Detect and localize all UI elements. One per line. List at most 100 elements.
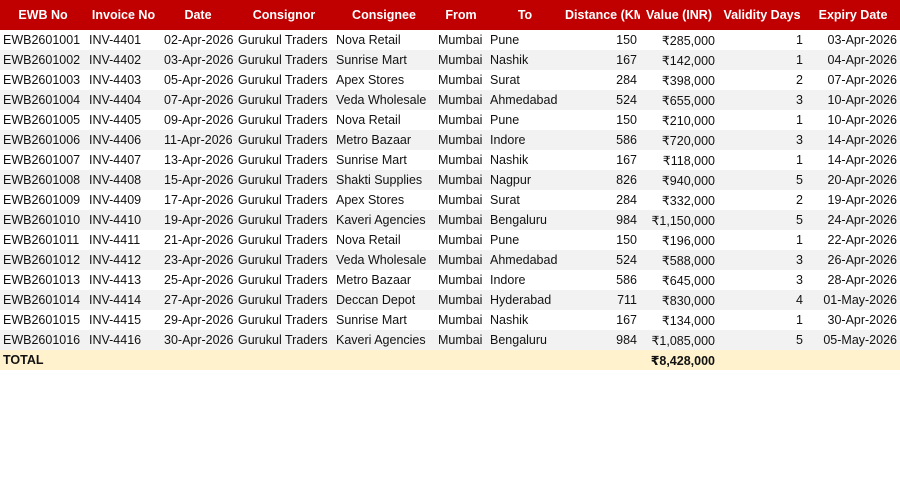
date-cell[interactable]: 21-Apr-2026 [161,230,235,250]
validity-days-cell[interactable]: 3 [718,270,806,290]
to-cell[interactable]: Ahmedabad [487,90,563,110]
distance-cell[interactable]: 167 [563,50,640,70]
value-cell[interactable]: ₹118,000 [640,150,718,170]
from-cell[interactable]: Mumbai [435,110,487,130]
consignor-cell[interactable]: Gurukul Traders [235,230,333,250]
expiry-date-cell[interactable]: 28-Apr-2026 [806,270,900,290]
total-empty-cell[interactable] [718,350,806,370]
value-cell[interactable]: ₹655,000 [640,90,718,110]
from-cell[interactable]: Mumbai [435,190,487,210]
ewb-no-cell[interactable]: EWB2601015 [0,310,86,330]
validity-days-cell[interactable]: 1 [718,30,806,50]
from-cell[interactable]: Mumbai [435,230,487,250]
to-cell[interactable]: Nashik [487,50,563,70]
ewb-no-cell[interactable]: EWB2601006 [0,130,86,150]
ewb-no-cell[interactable]: EWB2601012 [0,250,86,270]
consignor-cell[interactable]: Gurukul Traders [235,270,333,290]
distance-cell[interactable]: 167 [563,310,640,330]
invoice-no-cell[interactable]: INV-4416 [86,330,161,350]
total-value[interactable]: ₹8,428,000 [640,350,718,370]
consignee-cell[interactable]: Sunrise Mart [333,50,435,70]
to-cell[interactable]: Hyderabad [487,290,563,310]
invoice-no-cell[interactable]: INV-4403 [86,70,161,90]
distance-cell[interactable]: 167 [563,150,640,170]
to-cell[interactable]: Bengaluru [487,330,563,350]
date-cell[interactable]: 15-Apr-2026 [161,170,235,190]
ewb-no-cell[interactable]: EWB2601013 [0,270,86,290]
from-cell[interactable]: Mumbai [435,30,487,50]
from-cell[interactable]: Mumbai [435,170,487,190]
value-cell[interactable]: ₹134,000 [640,310,718,330]
validity-days-cell[interactable]: 3 [718,130,806,150]
consignee-cell[interactable]: Sunrise Mart [333,310,435,330]
from-cell[interactable]: Mumbai [435,50,487,70]
expiry-date-cell[interactable]: 22-Apr-2026 [806,230,900,250]
expiry-date-cell[interactable]: 04-Apr-2026 [806,50,900,70]
expiry-date-cell[interactable]: 26-Apr-2026 [806,250,900,270]
expiry-date-cell[interactable]: 10-Apr-2026 [806,110,900,130]
to-cell[interactable]: Indore [487,270,563,290]
from-cell[interactable]: Mumbai [435,130,487,150]
date-cell[interactable]: 09-Apr-2026 [161,110,235,130]
expiry-date-cell[interactable]: 01-May-2026 [806,290,900,310]
consignee-cell[interactable]: Nova Retail [333,110,435,130]
header-invoice-no[interactable]: Invoice No [86,0,161,30]
expiry-date-cell[interactable]: 05-May-2026 [806,330,900,350]
expiry-date-cell[interactable]: 10-Apr-2026 [806,90,900,110]
validity-days-cell[interactable]: 1 [718,150,806,170]
invoice-no-cell[interactable]: INV-4412 [86,250,161,270]
consignee-cell[interactable]: Veda Wholesale [333,90,435,110]
distance-cell[interactable]: 150 [563,110,640,130]
header-distance[interactable]: Distance (KM) [563,0,640,30]
from-cell[interactable]: Mumbai [435,310,487,330]
consignor-cell[interactable]: Gurukul Traders [235,330,333,350]
validity-days-cell[interactable]: 5 [718,170,806,190]
invoice-no-cell[interactable]: INV-4409 [86,190,161,210]
total-label[interactable]: TOTAL [0,350,640,370]
invoice-no-cell[interactable]: INV-4414 [86,290,161,310]
date-cell[interactable]: 19-Apr-2026 [161,210,235,230]
value-cell[interactable]: ₹196,000 [640,230,718,250]
to-cell[interactable]: Surat [487,70,563,90]
invoice-no-cell[interactable]: INV-4408 [86,170,161,190]
to-cell[interactable]: Ahmedabad [487,250,563,270]
from-cell[interactable]: Mumbai [435,70,487,90]
to-cell[interactable]: Nashik [487,150,563,170]
header-expiry-date[interactable]: Expiry Date [806,0,900,30]
validity-days-cell[interactable]: 1 [718,310,806,330]
value-cell[interactable]: ₹588,000 [640,250,718,270]
consignor-cell[interactable]: Gurukul Traders [235,110,333,130]
consignee-cell[interactable]: Shakti Supplies [333,170,435,190]
date-cell[interactable]: 29-Apr-2026 [161,310,235,330]
header-to[interactable]: To [487,0,563,30]
to-cell[interactable]: Nashik [487,310,563,330]
from-cell[interactable]: Mumbai [435,210,487,230]
to-cell[interactable]: Pune [487,30,563,50]
to-cell[interactable]: Nagpur [487,170,563,190]
consignee-cell[interactable]: Kaveri Agencies [333,210,435,230]
distance-cell[interactable]: 984 [563,210,640,230]
from-cell[interactable]: Mumbai [435,270,487,290]
value-cell[interactable]: ₹720,000 [640,130,718,150]
validity-days-cell[interactable]: 2 [718,190,806,210]
value-cell[interactable]: ₹1,150,000 [640,210,718,230]
header-date[interactable]: Date [161,0,235,30]
ewb-no-cell[interactable]: EWB2601005 [0,110,86,130]
consignor-cell[interactable]: Gurukul Traders [235,250,333,270]
invoice-no-cell[interactable]: INV-4404 [86,90,161,110]
consignor-cell[interactable]: Gurukul Traders [235,30,333,50]
ewb-no-cell[interactable]: EWB2601011 [0,230,86,250]
distance-cell[interactable]: 524 [563,250,640,270]
consignee-cell[interactable]: Deccan Depot [333,290,435,310]
date-cell[interactable]: 13-Apr-2026 [161,150,235,170]
invoice-no-cell[interactable]: INV-4407 [86,150,161,170]
from-cell[interactable]: Mumbai [435,150,487,170]
ewb-no-cell[interactable]: EWB2601002 [0,50,86,70]
consignee-cell[interactable]: Veda Wholesale [333,250,435,270]
header-consignee[interactable]: Consignee [333,0,435,30]
validity-days-cell[interactable]: 1 [718,230,806,250]
expiry-date-cell[interactable]: 19-Apr-2026 [806,190,900,210]
invoice-no-cell[interactable]: INV-4405 [86,110,161,130]
consignor-cell[interactable]: Gurukul Traders [235,290,333,310]
invoice-no-cell[interactable]: INV-4402 [86,50,161,70]
